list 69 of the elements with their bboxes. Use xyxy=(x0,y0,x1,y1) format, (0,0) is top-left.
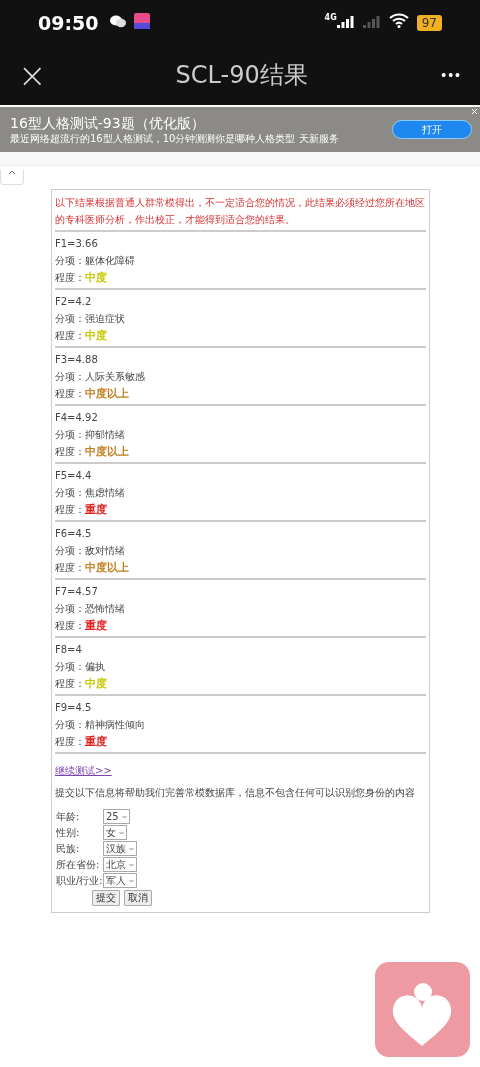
severity-label: 程度： xyxy=(55,735,85,749)
form-button[interactable]: 提交 xyxy=(92,890,120,906)
factor-text: 分项：躯体化障碍 xyxy=(55,254,136,268)
factor-text: 分项：焦虑情绪 xyxy=(55,486,126,500)
select-field[interactable]: 25 xyxy=(103,809,130,824)
severity-value: 中度 xyxy=(85,676,107,692)
severity-label: 程度： xyxy=(55,677,85,691)
close-icon[interactable] xyxy=(471,108,478,115)
chevron-up-icon xyxy=(8,170,16,175)
severity-value: 中度以上 xyxy=(85,386,129,402)
score-text: F5=4.4 xyxy=(55,469,93,483)
open-button[interactable]: 打开 xyxy=(392,120,472,139)
select-field[interactable]: 女 xyxy=(103,825,127,840)
severity-value: 中度以上 xyxy=(85,444,129,460)
score-text: F7=4.57 xyxy=(55,585,99,599)
factor-text: 分项：恐怖情绪 xyxy=(55,602,126,616)
more-button[interactable]: ••• xyxy=(441,67,462,83)
factor-text: 分项：敌对情绪 xyxy=(55,544,126,558)
severity-value: 重度 xyxy=(85,618,107,634)
ad-title: 16型人格测试-93题（优化版） xyxy=(10,114,206,133)
severity-label: 程度： xyxy=(55,503,85,517)
select-field[interactable]: 汉族 xyxy=(103,841,137,856)
severity-label: 程度： xyxy=(55,387,85,401)
severity-label: 程度： xyxy=(55,271,85,285)
score-text: F3=4.88 xyxy=(55,353,99,367)
severity-label: 程度： xyxy=(55,329,85,343)
form-intro: 提交以下信息将帮助我们完善常模数据库，信息不包含任何可以识别您身份的内容 xyxy=(55,786,416,800)
network-type: 4G xyxy=(324,13,337,22)
caret-icon xyxy=(129,846,134,851)
caret-icon xyxy=(121,814,127,819)
caret-icon xyxy=(129,878,134,883)
factor-text: 分项：人际关系敏感 xyxy=(55,370,146,384)
field-label: 所在省份: xyxy=(56,858,101,872)
score-text: F1=3.66 xyxy=(55,237,99,251)
caret-icon xyxy=(129,862,134,867)
form-button[interactable]: 取消 xyxy=(124,890,152,906)
score-text: F6=4.5 xyxy=(55,527,93,541)
factor-text: 分项：抑郁情绪 xyxy=(55,428,126,442)
field-label: 职业/行业: xyxy=(56,874,103,888)
caret-icon xyxy=(119,830,124,835)
severity-value: 重度 xyxy=(85,502,107,518)
severity-value: 中度以上 xyxy=(85,560,129,576)
severity-value: 重度 xyxy=(85,734,107,750)
notice-text: 以下结果根据普通人群常模得出，不一定适合您的情况，此结果必须经过您所在地区的专科医师分析，作出校正，才能得到适合您的结果。 xyxy=(55,196,426,227)
floating-app-icon[interactable] xyxy=(375,962,470,1057)
score-text: F9=4.5 xyxy=(55,701,93,715)
score-text: F4=4.92 xyxy=(55,411,99,425)
field-label: 年龄: xyxy=(56,810,81,824)
clock: 09:50 xyxy=(38,11,99,34)
severity-label: 程度： xyxy=(55,561,85,575)
close-button[interactable]: × xyxy=(18,60,42,90)
select-field[interactable]: 军人 xyxy=(103,873,137,888)
score-text: F8=4 xyxy=(55,643,83,657)
field-label: 民族: xyxy=(56,842,81,856)
severity-value: 中度 xyxy=(85,270,107,286)
severity-label: 程度： xyxy=(55,619,85,633)
select-field[interactable]: 北京 xyxy=(103,857,137,872)
factor-text: 分项：精神病性倾向 xyxy=(55,718,146,732)
collapse-tab[interactable] xyxy=(0,170,24,185)
score-text: F2=4.2 xyxy=(55,295,93,309)
factor-text: 分项：强迫症状 xyxy=(55,312,126,326)
battery-level: 97 xyxy=(416,14,442,31)
ad-subtitle: 最近网络超流行的16型人格测试，10分钟测测你是哪种人格类型 天新服务 xyxy=(10,132,340,145)
severity-value: 中度 xyxy=(85,328,107,344)
severity-label: 程度： xyxy=(55,445,85,459)
continue-link[interactable]: 继续测试>> xyxy=(55,762,112,779)
field-label: 性别: xyxy=(56,826,81,840)
page-title: SCL-90结果 xyxy=(174,60,309,91)
factor-text: 分项：偏执 xyxy=(55,660,106,674)
